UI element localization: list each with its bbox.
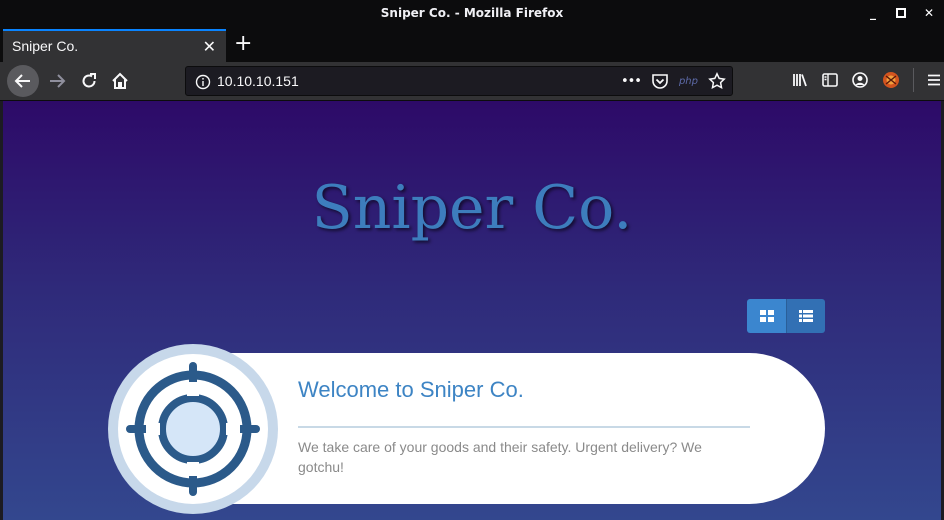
account-icon[interactable] <box>851 71 869 89</box>
reload-button[interactable] <box>74 66 104 96</box>
view-toggle <box>747 299 825 333</box>
tab-close-icon[interactable]: ✕ <box>203 37 216 56</box>
sidebar-icon[interactable] <box>821 71 839 89</box>
card-divider <box>298 426 750 428</box>
url-text[interactable]: 10.10.10.151 <box>217 73 299 89</box>
tab-strip: Sniper Co. ✕ + <box>0 29 944 62</box>
pocket-icon[interactable] <box>651 72 669 90</box>
new-tab-button[interactable]: + <box>234 32 252 56</box>
hero-title: Sniper Co. <box>311 173 633 243</box>
toolbar-separator <box>913 68 914 92</box>
extension-icon[interactable] <box>881 70 901 90</box>
grid-view-button[interactable] <box>747 299 786 333</box>
address-bar[interactable]: 10.10.10.151 ••• php <box>185 66 733 96</box>
list-icon <box>799 310 813 322</box>
grid-icon <box>759 310 774 322</box>
reload-icon <box>82 73 96 88</box>
tab-sniper-co[interactable]: Sniper Co. ✕ <box>3 29 226 62</box>
list-view-button[interactable] <box>786 299 825 333</box>
maximize-button[interactable] <box>894 4 908 22</box>
back-icon <box>14 74 30 88</box>
window-titlebar: Sniper Co. - Mozilla Firefox _ ✕ <box>0 0 944 29</box>
info-icon[interactable] <box>195 74 211 90</box>
welcome-text: We take care of your goods and their saf… <box>298 439 702 475</box>
welcome-title: Welcome to Sniper Co. <box>298 377 524 402</box>
close-window-button[interactable]: ✕ <box>922 4 936 22</box>
forward-icon <box>50 74 66 88</box>
home-button[interactable] <box>105 66 135 96</box>
crosshair-icon <box>126 362 260 496</box>
forward-button[interactable] <box>42 66 72 96</box>
page-content: Sniper Co. Welcome to Sniper Co. We take… <box>3 101 941 520</box>
logo-badge <box>108 344 278 514</box>
page-actions-icon[interactable]: ••• <box>621 74 642 89</box>
menu-icon[interactable] <box>926 72 942 88</box>
welcome-card: Welcome to Sniper Co. We take care of yo… <box>228 353 825 504</box>
minimize-button[interactable]: _ <box>866 4 880 22</box>
tab-title: Sniper Co. <box>12 38 79 54</box>
back-button[interactable] <box>7 65 39 97</box>
window-title: Sniper Co. - Mozilla Firefox <box>380 6 564 20</box>
home-icon <box>112 72 128 89</box>
library-icon[interactable] <box>791 71 809 89</box>
php-extension-icon[interactable]: php <box>679 76 698 87</box>
star-icon[interactable] <box>708 72 726 90</box>
navigation-toolbar: 10.10.10.151 ••• php <box>0 62 944 101</box>
